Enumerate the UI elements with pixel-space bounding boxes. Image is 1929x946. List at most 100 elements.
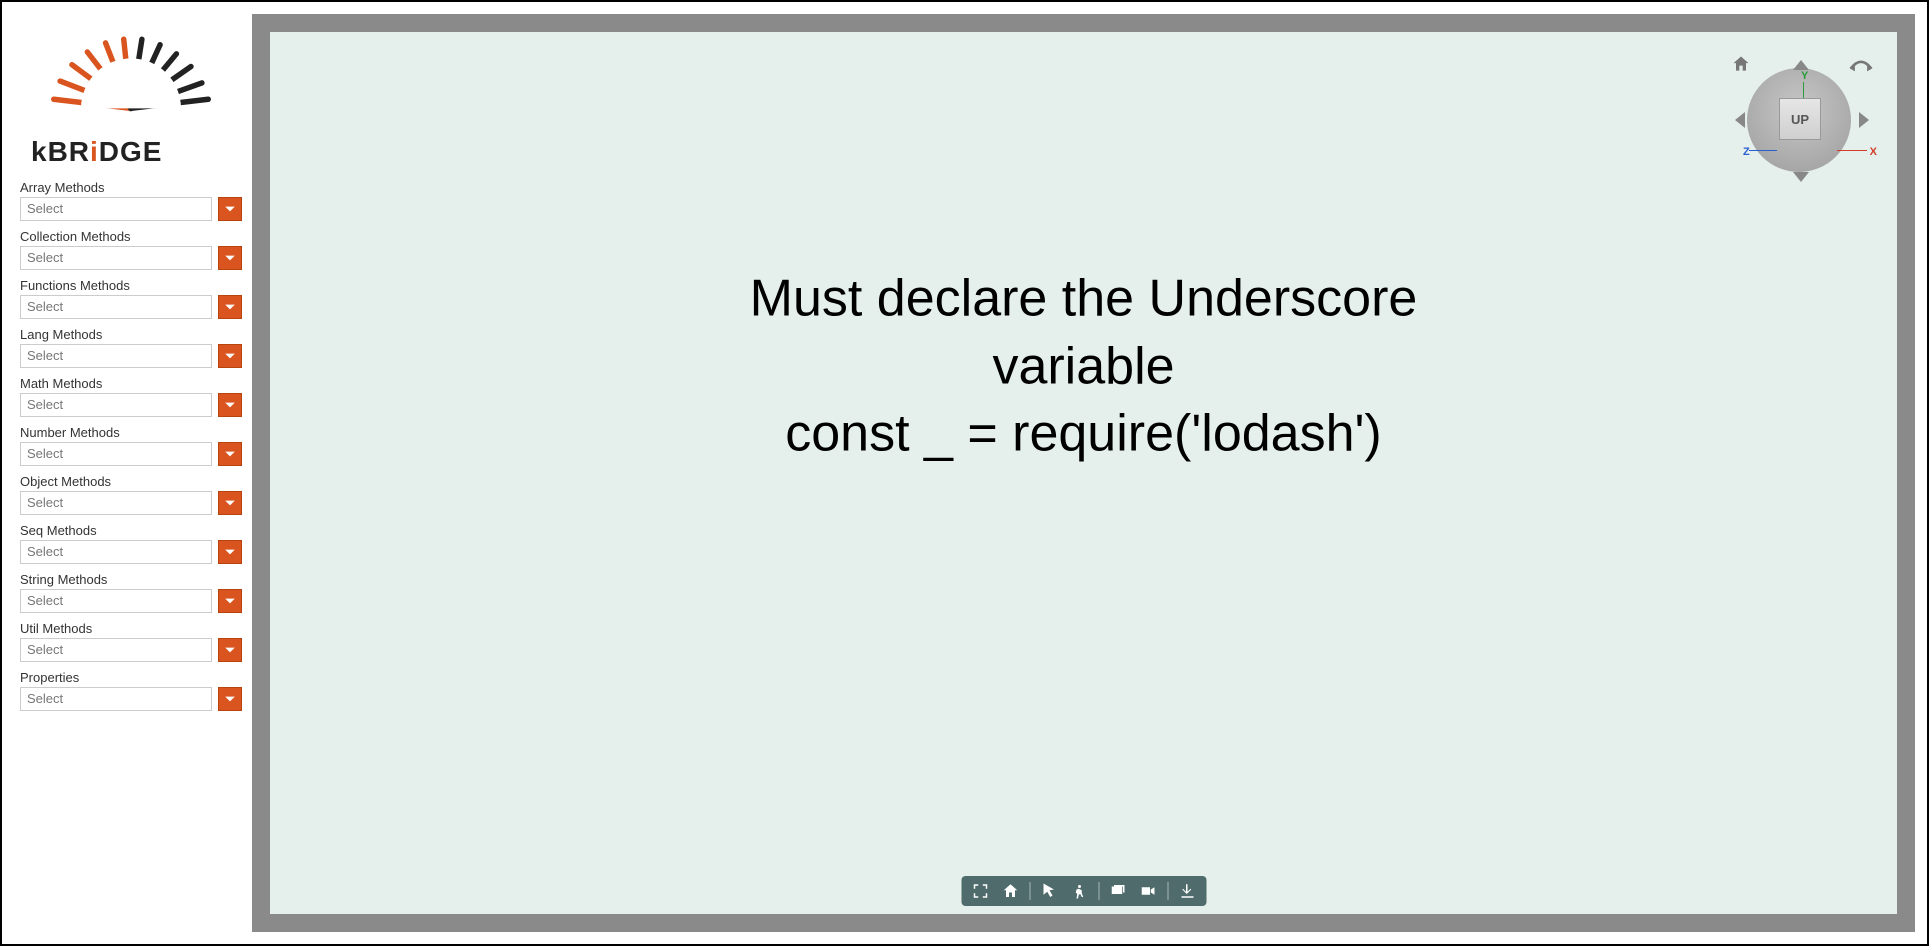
fullscreen-icon (971, 882, 989, 900)
walk-icon (1070, 882, 1088, 900)
sidebar-select-row: Select (20, 246, 242, 270)
sidebar-select-row: Select (20, 491, 242, 515)
sidebar-select[interactable]: Select (20, 246, 212, 270)
viewport-message: Must declare the Underscore variable con… (677, 266, 1491, 469)
sidebar-group: Number Methods Select (20, 425, 242, 466)
camera-icon (1139, 882, 1157, 900)
brand-name: kBRiDGE (31, 136, 231, 168)
toolbar-layers-button[interactable] (1107, 880, 1129, 902)
sidebar-select[interactable]: Select (20, 197, 212, 221)
viewcube-home-button[interactable] (1731, 54, 1751, 74)
sidebar-select-caret[interactable] (218, 344, 242, 368)
toolbar-fullscreen-button[interactable] (969, 880, 991, 902)
toolbar-download-button[interactable] (1176, 880, 1198, 902)
sidebar-select-caret[interactable] (218, 687, 242, 711)
sidebar-select[interactable]: Select (20, 344, 212, 368)
sidebar-group: Util Methods Select (20, 621, 242, 662)
sidebar-select[interactable]: Select (20, 295, 212, 319)
viewcube-right-arrow[interactable] (1859, 112, 1869, 128)
sidebar-group: Object Methods Select (20, 474, 242, 515)
viewport-frame: Must declare the Underscore variable con… (252, 14, 1915, 932)
sidebar-select[interactable]: Select (20, 393, 212, 417)
chevron-down-icon (224, 644, 236, 656)
sidebar-group-label: Object Methods (20, 474, 242, 489)
axis-x-label: X (1870, 146, 1877, 158)
sidebar-select-caret[interactable] (218, 393, 242, 417)
sidebar-select-row: Select (20, 589, 242, 613)
home-icon (1731, 54, 1751, 74)
sidebar-select[interactable]: Select (20, 540, 212, 564)
sidebar-group-label: Util Methods (20, 621, 242, 636)
sidebar-group: Functions Methods Select (20, 278, 242, 319)
chevron-down-icon (224, 595, 236, 607)
sidebar-select-caret[interactable] (218, 589, 242, 613)
layers-icon (1109, 882, 1127, 900)
sidebar-group-label: Math Methods (20, 376, 242, 391)
sidebar-select-row: Select (20, 638, 242, 662)
sidebar-select[interactable]: Select (20, 687, 212, 711)
sidebar-group: Lang Methods Select (20, 327, 242, 368)
message-line-2: const _ = require('lodash') (677, 401, 1491, 469)
chevron-down-icon (224, 203, 236, 215)
app-root: kBRiDGE Array MethodsSelectCollection Me… (0, 0, 1929, 946)
toolbar-separator (1029, 882, 1030, 900)
viewcube-face[interactable]: UP (1779, 98, 1821, 140)
sidebar-select-caret[interactable] (218, 295, 242, 319)
sidebar-group-label: Seq Methods (20, 523, 242, 538)
sidebar-groups: Array Methods Select Collection Methods Sel… (20, 180, 242, 711)
sidebar-select-caret[interactable] (218, 246, 242, 270)
sidebar-group: String Methods Select (20, 572, 242, 613)
chevron-down-icon (224, 497, 236, 509)
sidebar-group-label: Collection Methods (20, 229, 242, 244)
sidebar-group-label: String Methods (20, 572, 242, 587)
viewcube: UP Y X Z (1725, 50, 1875, 180)
chevron-down-icon (224, 448, 236, 460)
sidebar-select[interactable]: Select (20, 442, 212, 466)
viewcube-down-arrow[interactable] (1793, 172, 1809, 182)
main-area: Must declare the Underscore variable con… (252, 2, 1927, 944)
sidebar-select-caret[interactable] (218, 442, 242, 466)
brand-logo: kBRiDGE (31, 22, 231, 168)
pointer-icon (1040, 882, 1058, 900)
sunburst-logo-icon (31, 22, 231, 131)
chevron-down-icon (224, 693, 236, 705)
sidebar-select-caret[interactable] (218, 197, 242, 221)
sidebar-select-row: Select (20, 442, 242, 466)
sidebar-select-row: Select (20, 344, 242, 368)
viewport-toolbar (961, 876, 1206, 906)
message-line-1: Must declare the Underscore variable (677, 266, 1491, 401)
sidebar-group-label: Array Methods (20, 180, 242, 195)
axis-x-line (1837, 150, 1867, 151)
sidebar-group-label: Properties (20, 670, 242, 685)
viewport-3d[interactable]: Must declare the Underscore variable con… (270, 32, 1897, 914)
toolbar-separator (1098, 882, 1099, 900)
sidebar-select-row: Select (20, 540, 242, 564)
sidebar-group-label: Number Methods (20, 425, 242, 440)
toolbar-pointer-button[interactable] (1038, 880, 1060, 902)
chevron-down-icon (224, 399, 236, 411)
sidebar-select[interactable]: Select (20, 589, 212, 613)
axis-z-label: Z (1743, 146, 1750, 158)
toolbar-camera-button[interactable] (1137, 880, 1159, 902)
sidebar-select[interactable]: Select (20, 491, 212, 515)
sidebar-group: Collection Methods Select (20, 229, 242, 270)
viewcube-up-arrow[interactable] (1793, 60, 1809, 70)
viewcube-left-arrow[interactable] (1735, 112, 1745, 128)
viewcube-rotate-button[interactable] (1847, 56, 1875, 78)
chevron-down-icon (224, 301, 236, 313)
sidebar-select-row: Select (20, 687, 242, 711)
sidebar-group-label: Lang Methods (20, 327, 242, 342)
toolbar-home-button[interactable] (999, 880, 1021, 902)
sidebar-select-caret[interactable] (218, 638, 242, 662)
sidebar: kBRiDGE Array MethodsSelectCollection Me… (2, 2, 252, 944)
sidebar-select-caret[interactable] (218, 540, 242, 564)
sidebar-select[interactable]: Select (20, 638, 212, 662)
axis-z-line (1749, 150, 1777, 151)
sidebar-group: Math Methods Select (20, 376, 242, 417)
axis-y-label: Y (1801, 70, 1808, 82)
sidebar-group: Properties Select (20, 670, 242, 711)
sidebar-select-caret[interactable] (218, 491, 242, 515)
toolbar-walk-button[interactable] (1068, 880, 1090, 902)
sidebar-group-label: Functions Methods (20, 278, 242, 293)
sidebar-select-row: Select (20, 295, 242, 319)
